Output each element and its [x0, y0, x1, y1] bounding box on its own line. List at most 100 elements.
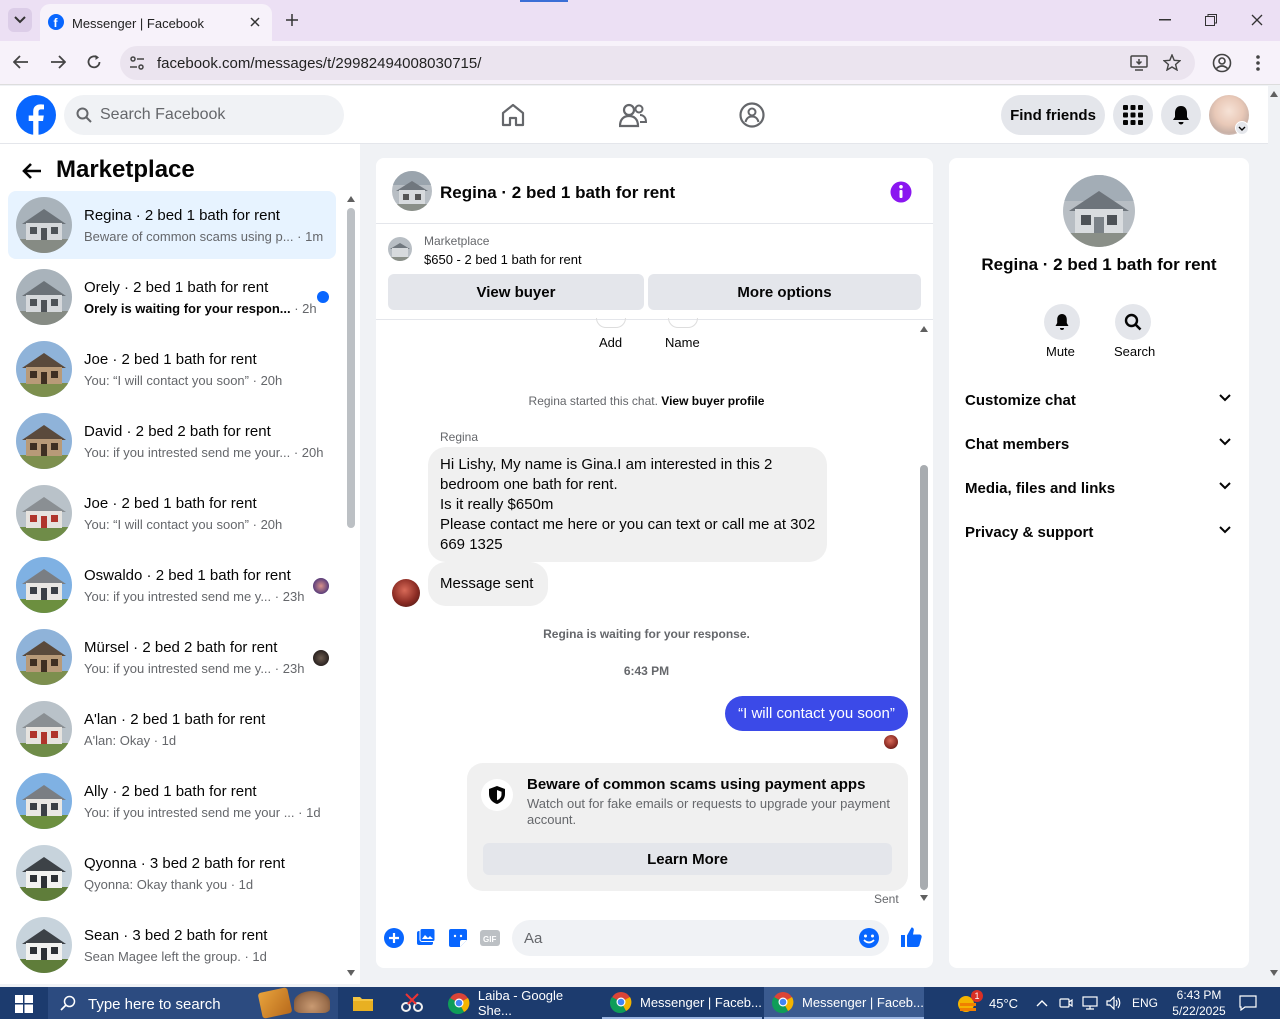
scroll-down-icon[interactable] [920, 895, 928, 901]
close-tab-icon[interactable] [250, 17, 260, 27]
conversation-row[interactable]: Regina · 2 bed 1 bath for rent Beware of… [8, 191, 336, 259]
conversation-time: · 23h [274, 589, 305, 604]
scroll-up-icon[interactable] [920, 326, 928, 332]
volume-icon[interactable] [1106, 996, 1122, 1010]
chat-avatar[interactable] [392, 171, 432, 211]
gif-icon[interactable]: GIF [480, 928, 500, 948]
listing-label: Marketplace [424, 234, 490, 248]
menu-button[interactable] [1113, 95, 1153, 135]
meet-now-icon[interactable] [1059, 996, 1073, 1010]
sender-avatar[interactable] [392, 579, 420, 607]
conversation-row[interactable]: Ally · 2 bed 1 bath for rent You: if you… [8, 767, 336, 835]
conversation-row[interactable]: Oswaldo · 2 bed 1 bath for rent You: if … [8, 551, 336, 619]
info-icon[interactable] [890, 181, 912, 203]
house-thumbnail-icon [16, 341, 72, 397]
conversation-preview: Qyonna: Okay thank you · 1d [84, 877, 253, 892]
address-bar[interactable]: facebook.com/messages/t/2998249400803071… [120, 46, 1195, 80]
info-section-media-files-and-links[interactable]: Media, files and links [949, 467, 1249, 511]
conversation-row[interactable]: Joe · 2 bed 1 bath for rent You: “I will… [8, 479, 336, 547]
browser-tab-active[interactable]: f Messenger | Facebook [40, 4, 272, 41]
sticker-icon[interactable] [448, 928, 468, 948]
name-label[interactable]: Name [665, 335, 700, 350]
network-icon[interactable] [1082, 996, 1098, 1010]
sidebar-scroll-thumb[interactable] [347, 208, 355, 528]
scroll-down-icon[interactable] [347, 970, 355, 976]
conversation-row[interactable]: Sean · 3 bed 2 bath for rent Sean Magee … [8, 911, 336, 979]
taskbar-app-sheets[interactable]: Laiba - Google She... [440, 987, 600, 1019]
find-friends-button[interactable]: Find friends [1001, 95, 1105, 135]
site-settings-icon[interactable] [129, 56, 145, 70]
more-options-button[interactable]: More options [648, 274, 921, 310]
profile-icon[interactable] [1212, 53, 1232, 73]
house-thumbnail-icon [16, 773, 72, 829]
close-window-icon[interactable] [1251, 14, 1263, 26]
search-chat-button[interactable] [1115, 304, 1151, 340]
taskbar-search-box[interactable]: Type here to search [48, 987, 338, 1019]
facebook-search-input[interactable]: Search Facebook [64, 95, 344, 135]
back-arrow-icon[interactable] [22, 163, 42, 179]
facebook-logo-icon[interactable] [16, 95, 56, 135]
conversation-row[interactable]: Mürsel · 2 bed 2 bath for rent You: if y… [8, 623, 336, 691]
info-section-privacy-support[interactable]: Privacy & support [949, 511, 1249, 555]
message-input[interactable]: Aa [512, 920, 889, 956]
conversation-row[interactable]: Orely · 2 bed 1 bath for rent Orely is w… [8, 263, 336, 331]
groups-icon[interactable] [739, 102, 765, 128]
windows-start-icon[interactable] [15, 995, 33, 1013]
info-section-customize-chat[interactable]: Customize chat [949, 379, 1249, 423]
tray-chevron-up-icon[interactable] [1036, 999, 1048, 1007]
scroll-up-icon[interactable] [1270, 91, 1278, 97]
chat-scroll-thumb[interactable] [920, 465, 928, 890]
sidebar-scrollbar[interactable] [346, 194, 356, 984]
listing-thumbnail[interactable] [388, 237, 412, 261]
snipping-tool-icon[interactable] [400, 993, 424, 1013]
info-section-chat-members[interactable]: Chat members [949, 423, 1249, 467]
friends-icon[interactable] [619, 102, 647, 128]
back-arrow-icon[interactable] [13, 55, 29, 69]
emoji-icon[interactable] [859, 928, 879, 948]
like-icon[interactable] [900, 926, 922, 948]
new-tab-icon[interactable] [285, 13, 299, 27]
language-indicator[interactable]: ENG [1132, 996, 1158, 1010]
weather-temp[interactable]: 45°C [989, 996, 1018, 1011]
conversation-row[interactable]: Qyonna · 3 bed 2 bath for rent Qyonna: O… [8, 839, 336, 907]
notifications-button[interactable] [1161, 95, 1201, 135]
message-sent-bubble[interactable]: Message sent [428, 562, 548, 606]
install-app-icon[interactable] [1130, 55, 1148, 71]
notification-center-icon[interactable] [1239, 995, 1257, 1011]
view-buyer-button[interactable]: View buyer [388, 274, 644, 310]
add-action-icon[interactable] [596, 318, 626, 328]
clock-date[interactable]: 5/22/2025 [1166, 1004, 1232, 1018]
tab-search-dropdown[interactable] [8, 8, 32, 32]
add-label[interactable]: Add [599, 335, 622, 350]
clock-time[interactable]: 6:43 PM [1170, 988, 1228, 1002]
view-buyer-profile-link[interactable]: View buyer profile [661, 394, 764, 408]
scroll-up-icon[interactable] [347, 196, 355, 202]
restore-icon[interactable] [1205, 14, 1217, 26]
mute-label[interactable]: Mute [1046, 344, 1075, 359]
scroll-down-icon[interactable] [1270, 970, 1278, 976]
forward-arrow-icon[interactable] [50, 55, 66, 69]
outgoing-message-bubble[interactable]: “I will contact you soon” [725, 696, 908, 731]
file-explorer-icon[interactable] [352, 994, 374, 1012]
reload-icon[interactable] [86, 54, 102, 70]
learn-more-button[interactable]: Learn More [483, 843, 892, 875]
bookmark-star-icon[interactable] [1163, 54, 1181, 71]
info-avatar[interactable] [1063, 175, 1135, 247]
name-action-icon[interactable] [668, 318, 698, 328]
incoming-message-bubble[interactable]: Hi Lishy, My name is Gina.I am intereste… [428, 447, 827, 562]
browser-menu-icon[interactable] [1256, 54, 1260, 72]
chat-scrollbar[interactable] [917, 323, 931, 905]
photo-icon[interactable] [416, 928, 436, 948]
search-label[interactable]: Search [1114, 344, 1155, 359]
conversation-row[interactable]: A'lan · 2 bed 1 bath for rent A'lan: Oka… [8, 695, 336, 763]
taskbar-app-messenger-2[interactable]: Messenger | Faceb... [764, 987, 924, 1019]
conversation-row[interactable]: David · 2 bed 2 bath for rent You: if yo… [8, 407, 336, 475]
home-icon[interactable] [500, 102, 526, 128]
taskbar-app-messenger-1[interactable]: Messenger | Faceb... [602, 987, 762, 1019]
minimize-icon[interactable] [1159, 19, 1171, 21]
conversation-row[interactable]: Joe · 2 bed 1 bath for rent You: “I will… [8, 335, 336, 403]
account-dropdown[interactable] [1235, 121, 1249, 135]
mute-button[interactable] [1044, 304, 1080, 340]
page-scrollbar[interactable] [1268, 86, 1280, 984]
add-attachment-icon[interactable] [384, 928, 404, 948]
